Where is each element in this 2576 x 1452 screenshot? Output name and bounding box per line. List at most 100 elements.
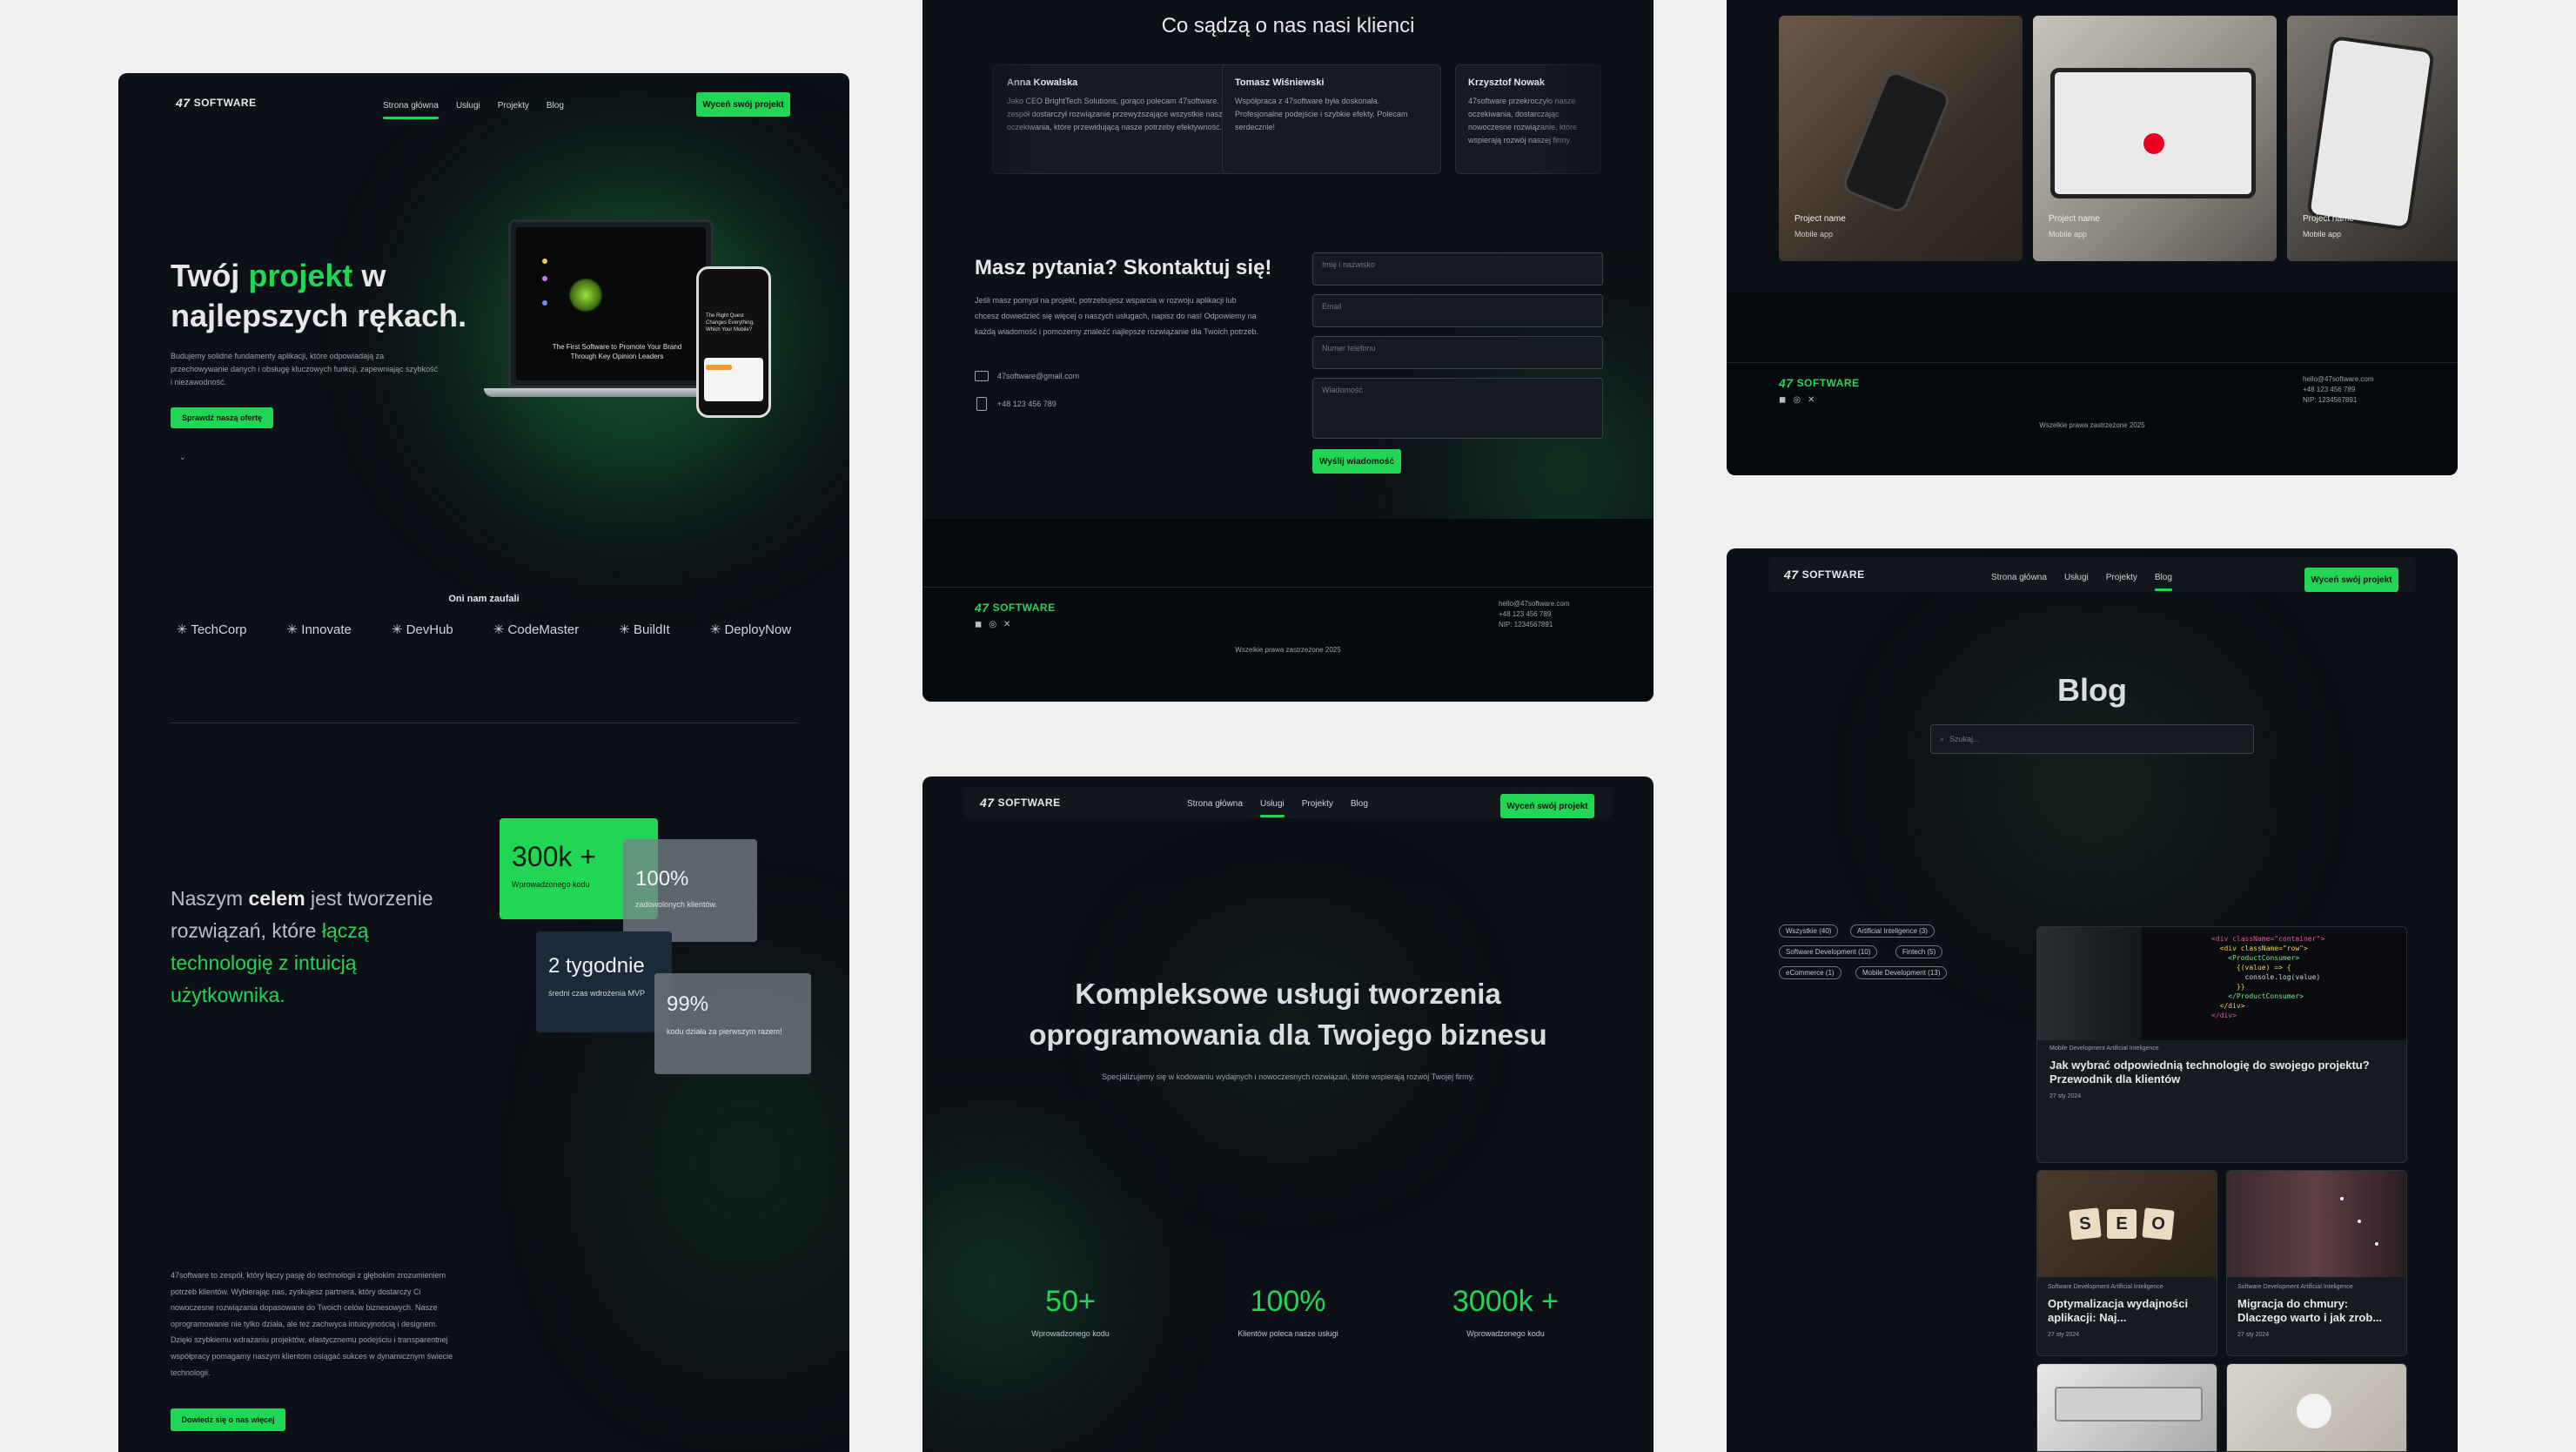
about-button[interactable]: Dowiedz się o nas więcej <box>171 1408 285 1431</box>
client-logo: ✳ CodeMaster <box>493 622 580 637</box>
nav-blog[interactable]: Blog <box>547 101 564 119</box>
name-field[interactable]: Imię i nazwisko <box>1312 252 1603 286</box>
nav-services[interactable]: Usługi <box>2064 573 2089 591</box>
seo-tile: O <box>2142 1207 2175 1240</box>
quote-button[interactable]: Wyceń swój projekt <box>696 92 790 117</box>
seo-image: SEO <box>2037 1171 2217 1277</box>
hero-text: Budujemy solidne fundamenty aplikacji, k… <box>171 352 439 387</box>
blog-post-card[interactable]: Software Development Artificial Intelige… <box>2226 1170 2407 1356</box>
client-star-icon: ✳ <box>619 622 634 637</box>
copyright: Wszelkie prawa zastrzeżone 2025 <box>2039 421 2145 429</box>
scroll-indicator-icon: ⌄ <box>179 453 186 461</box>
footer: 47 SOFTWARE ◼ ◎ ✕ hello@47software.com +48… <box>922 519 1654 702</box>
client-star-icon: ✳ <box>176 622 191 637</box>
stat-card-mvp: 2 tygodnie średni czas wdrożenia MVP <box>536 931 672 1032</box>
logo-text: SOFTWARE <box>193 97 257 109</box>
blog-post-card[interactable] <box>2036 1363 2217 1452</box>
email-field[interactable]: Email <box>1312 294 1603 327</box>
testimonial-card: Tomasz Wiśniewski Współpraca z 47softwar… <box>1222 64 1441 174</box>
pinterest-icon <box>2143 133 2164 154</box>
service-stat: 3000k + Wprowadzonego kodu <box>1452 1285 1559 1338</box>
contact-phone[interactable]: +48 123 456 789 <box>975 397 1057 411</box>
footer-logo[interactable]: 47 SOFTWARE <box>1779 376 1860 390</box>
phone-photo <box>1840 68 1953 216</box>
footer-contact: hello@47software.com +48 123 456 789 NIP: … <box>2303 375 2374 404</box>
filter-tag[interactable]: Software Development (10) <box>1779 945 1878 958</box>
seo-tile: E <box>2107 1209 2137 1239</box>
nav-home[interactable]: Strona główna <box>383 101 439 119</box>
main-nav: Strona główna Usługi Projekty Blog <box>383 101 564 119</box>
logo[interactable]: 47 SOFTWARE <box>980 796 1061 810</box>
quote-button[interactable]: Wyceń swój projekt <box>2304 568 2398 592</box>
mission-statement: Naszym celem jest tworzenie rozwiązań, k… <box>171 887 433 1006</box>
nav-services[interactable]: Usługi <box>1259 799 1285 817</box>
laptop-mockup: The First Software to Promote Your Brand… <box>508 219 714 388</box>
instagram-icon[interactable]: ◎ <box>1793 395 1801 405</box>
client-logo: ✳ TechCorp <box>176 622 247 637</box>
blog-page-panel: 47 SOFTWARE Strona główna Usługi Projekty… <box>1727 548 2458 1452</box>
mockup-caption: The First Software to Promote Your Brand… <box>552 343 682 360</box>
message-field[interactable]: Wiadomość <box>1312 378 1603 439</box>
about-text: 47software to zespół, który łączy pasję … <box>171 1271 453 1377</box>
filter-tag[interactable]: Mobile Development (13) <box>1855 966 1948 979</box>
client-star-icon: ✳ <box>286 622 302 637</box>
hero-orb-image <box>568 278 603 313</box>
nav-home[interactable]: Strona główna <box>1187 799 1243 817</box>
client-logo: ✳ DeployNow <box>709 622 792 637</box>
phone-field[interactable]: Numer telefonu <box>1312 336 1603 369</box>
blog-post-card[interactable]: SEO Software Development Artificial Inte… <box>2036 1170 2217 1356</box>
project-card[interactable]: Project name Mobile app <box>2287 16 2458 261</box>
filter-tag[interactable]: Wszystkie (40) <box>1779 924 1839 938</box>
logo[interactable]: 47 SOFTWARE <box>1784 568 1865 581</box>
filter-tag[interactable]: eCommerce (1) <box>1779 966 1841 979</box>
laptop-image <box>2055 1387 2203 1422</box>
client-star-icon: ✳ <box>493 622 508 637</box>
phone-mockup: The Right Quest Changes Everything. Whic… <box>696 266 771 418</box>
main-nav: Strona główna Usługi Projekty Blog <box>1991 573 2172 591</box>
instagram-icon[interactable]: ◎ <box>989 620 996 629</box>
code-image: <div className="container"> <div classNa… <box>2037 927 2406 1040</box>
offer-button[interactable]: Sprawdź naszą ofertę <box>171 407 273 428</box>
contact-page-panel: Co sądzą o nas nasi klienci Anna Kowalsk… <box>922 0 1654 702</box>
copyright: Wszelkie prawa zastrzeżone 2025 <box>1235 646 1341 654</box>
search-input[interactable]: ⌕ Szukaj... <box>1930 724 2254 754</box>
blog-post-featured[interactable]: <div className="container"> <div classNa… <box>2036 926 2407 1163</box>
project-card[interactable]: Project name Mobile app <box>1779 16 2023 261</box>
search-icon: ⌕ <box>1940 734 1945 743</box>
contact-email[interactable]: 47software@gmail.com <box>975 371 1079 381</box>
social-icons: ◼ ◎ ✕ <box>1779 395 1815 405</box>
nav-blog[interactable]: Blog <box>2154 573 2172 591</box>
services-page-panel: 47 SOFTWARE Strona główna Usługi Projekty… <box>922 776 1654 1452</box>
nav-blog[interactable]: Blog <box>1351 799 1368 817</box>
x-icon[interactable]: ✕ <box>1003 620 1010 629</box>
footer-contact: hello@47software.com +48 123 456 789 NIP: … <box>1499 600 1570 629</box>
send-button[interactable]: Wyślij wiadomość <box>1312 449 1401 474</box>
services-glow <box>922 1107 1131 1452</box>
client-star-icon: ✳ <box>709 622 725 637</box>
project-card[interactable]: Project name Mobile app <box>2033 16 2277 261</box>
facebook-icon[interactable]: ◼ <box>1779 395 1786 405</box>
client-logo: ✳ DevHub <box>391 622 453 637</box>
nav-projects[interactable]: Projekty <box>1302 799 1333 817</box>
phone-icon <box>976 397 987 411</box>
clients-list: ✳ TechCorp ✳ Innovate ✳ DevHub ✳ CodeMaster… <box>171 622 797 637</box>
x-icon[interactable]: ✕ <box>1808 395 1815 405</box>
nav-projects[interactable]: Projekty <box>498 101 529 119</box>
services-subtitle: Specjalizujemy się w kodowaniu wydajnych… <box>1102 1072 1474 1081</box>
logo-mark: 47 <box>176 96 191 110</box>
plant-image <box>2297 1394 2331 1428</box>
facebook-icon[interactable]: ◼ <box>975 620 982 629</box>
filter-tag[interactable]: Artificial Inteligence (3) <box>1850 924 1935 938</box>
footer-logo[interactable]: 47 SOFTWARE <box>975 601 1056 615</box>
nav-services[interactable]: Usługi <box>456 101 480 119</box>
nav-projects[interactable]: Projekty <box>2106 573 2137 591</box>
mail-icon <box>975 371 989 381</box>
services-title: Kompleksowe usługi tworzenia oprogramowan… <box>1029 978 1547 1051</box>
filter-tag[interactable]: Fintech (5) <box>1895 945 1943 958</box>
contact-title: Masz pytania? Skontaktuj się! <box>975 256 1272 279</box>
social-icons: ◼ ◎ ✕ <box>975 620 1010 629</box>
quote-button[interactable]: Wyceń swój projekt <box>1500 794 1594 818</box>
blog-post-card[interactable] <box>2226 1363 2407 1452</box>
logo[interactable]: 47 SOFTWARE <box>176 96 257 110</box>
nav-home[interactable]: Strona główna <box>1991 573 2047 591</box>
